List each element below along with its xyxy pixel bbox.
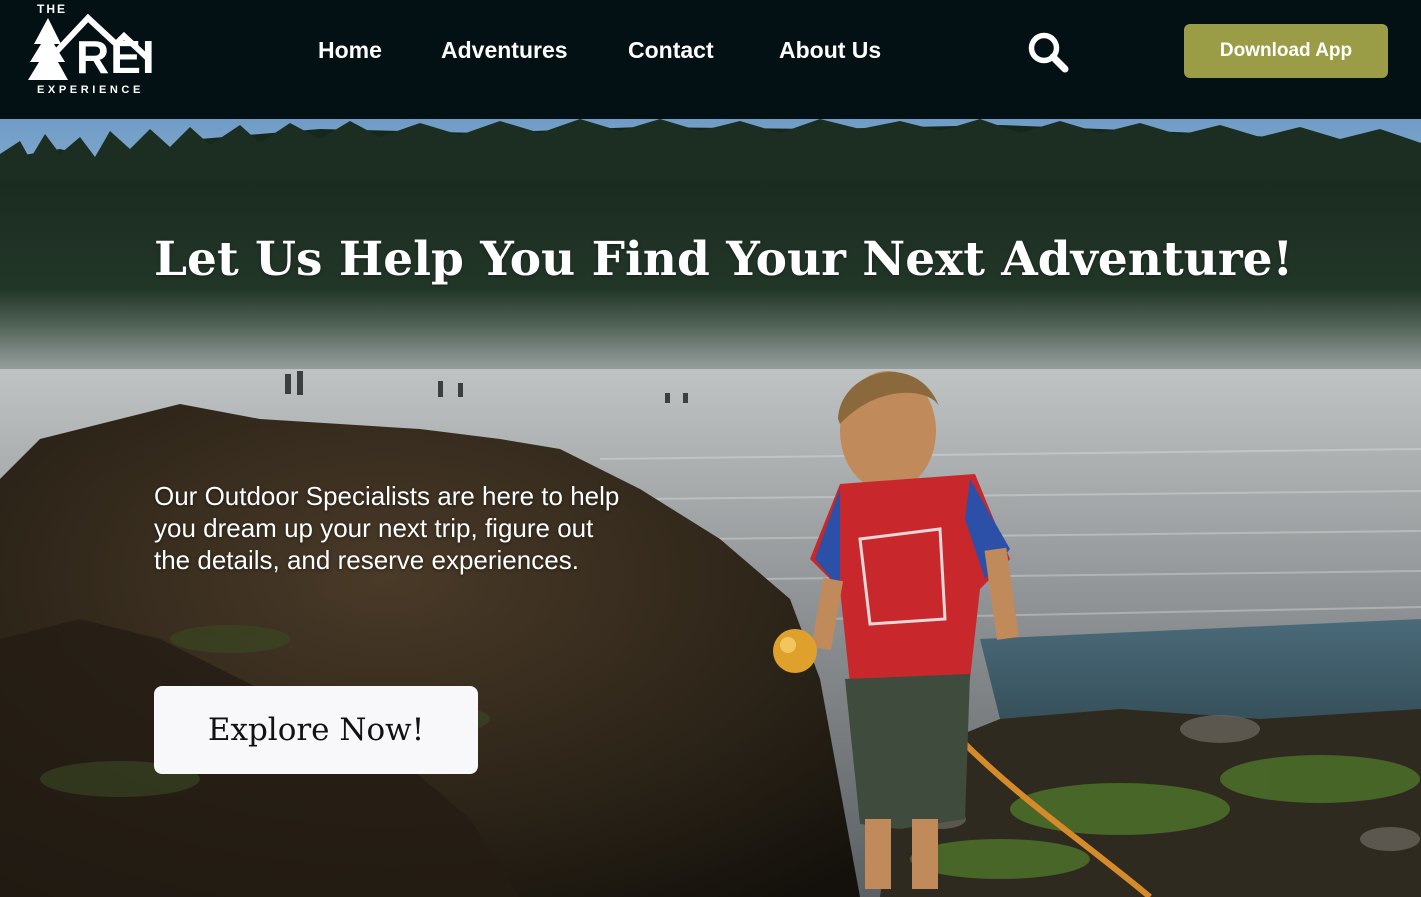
nav-adventures-link[interactable]: Adventures [441, 34, 568, 66]
search-button[interactable] [1024, 28, 1072, 76]
logo-experience-text: EXPERIENCE [37, 84, 144, 96]
top-navigation-bar: THE REI EXPERIENCE Home Adventures Conta… [0, 0, 1421, 119]
download-app-button[interactable]: Download App [1184, 24, 1388, 78]
nav-contact-link[interactable]: Contact [628, 34, 714, 66]
nav-about-us-link[interactable]: About Us [779, 34, 881, 66]
hero-section: Let Us Help You Find Your Next Adventure… [0, 119, 1421, 897]
explore-now-button[interactable]: Explore Now! [154, 686, 478, 774]
hero-title: Let Us Help You Find Your Next Adventure… [154, 232, 1294, 287]
search-icon [1028, 32, 1069, 73]
logo-rei-text: REI [76, 31, 156, 83]
rei-experience-logo[interactable]: THE REI EXPERIENCE [26, 0, 166, 100]
hero-description: Our Outdoor Specialists are here to help… [154, 481, 620, 575]
nav-home-link[interactable]: Home [318, 34, 382, 66]
